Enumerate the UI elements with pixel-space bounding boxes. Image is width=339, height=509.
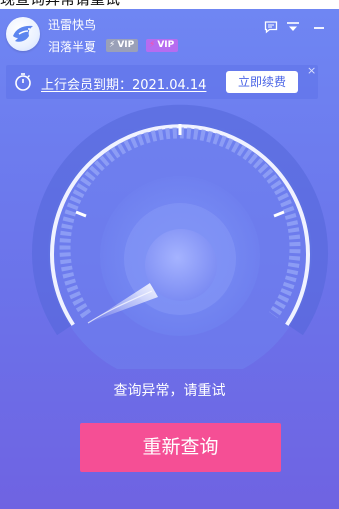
fragment-text: 现查询异常请重试 [0, 0, 120, 8]
retry-button[interactable]: 重新查询 [80, 423, 281, 472]
previous-window-fragment: 现查询异常请重试 [0, 0, 339, 9]
speed-gauge [32, 104, 328, 369]
status-message: 查询异常，请重试 [113, 383, 226, 399]
app-window: 迅雷快鸟 泪落半夏 ⚡ VIP ⚡ VIP 上行会员到期：2021.04.14 立即… [0, 9, 339, 509]
gauge-hub [145, 229, 217, 301]
